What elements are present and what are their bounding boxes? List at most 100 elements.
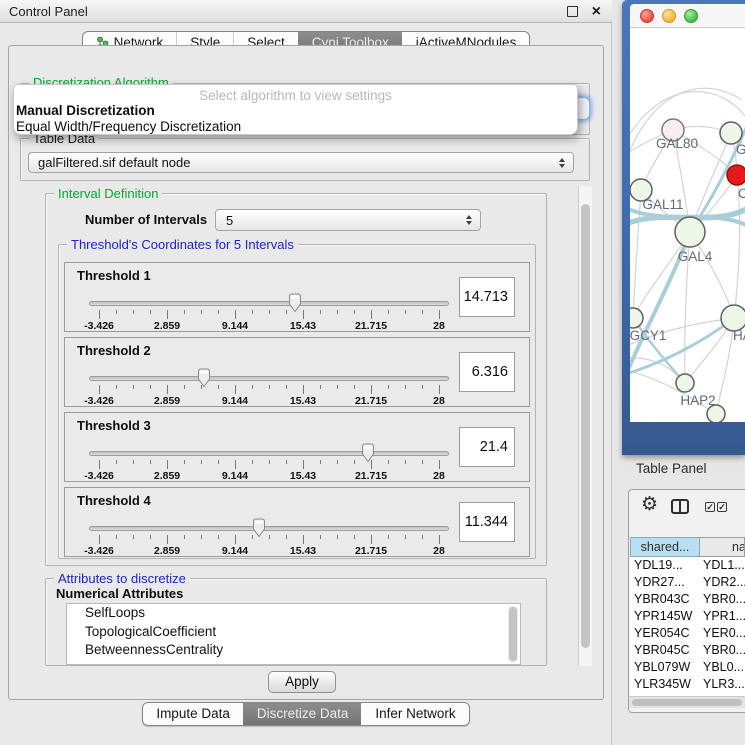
slider-tick-label: 28 xyxy=(407,545,471,557)
threshold-value-field[interactable]: 14.713 xyxy=(459,277,515,317)
slider-thumb[interactable] xyxy=(196,368,212,388)
columns-icon[interactable] xyxy=(671,499,689,514)
table-column-header[interactable]: shared... xyxy=(630,537,700,557)
slider-tick xyxy=(269,310,270,314)
network-node-label: GAL80 xyxy=(656,136,698,151)
checkbox-icon[interactable]: ✓ xyxy=(705,502,715,512)
network-graph[interactable]: GAL80GACGAL11GAL4GCY1HAHAP2 xyxy=(630,28,745,422)
table-row[interactable]: YLR345WYLR3... xyxy=(630,676,745,693)
network-node[interactable] xyxy=(675,217,705,247)
algorithm-option-equal-width-frequency-discretization[interactable]: Equal Width/Frequency Discretization xyxy=(14,119,577,135)
table-row[interactable]: YDR27...YDR2... xyxy=(630,574,745,591)
slider-tick xyxy=(422,460,423,464)
slider-tick xyxy=(439,460,440,469)
apply-button[interactable]: Apply xyxy=(268,671,336,693)
gear-icon[interactable]: ⚙ xyxy=(641,493,658,515)
cell-name: YBR0... xyxy=(703,642,745,659)
list-scrollbar-thumb[interactable] xyxy=(509,607,517,661)
network-node[interactable] xyxy=(676,374,694,392)
hscrollbar-thumb[interactable] xyxy=(632,699,742,706)
slider-tick xyxy=(252,385,253,389)
panel-title: Control Panel xyxy=(9,4,88,19)
numerical-attributes-list[interactable]: SelfLoopsTopologicalCoefficientBetweenne… xyxy=(66,603,521,665)
bottom-tabrow: Impute DataDiscretize DataInfer Network xyxy=(0,702,612,726)
scrollbar-thumb[interactable] xyxy=(581,204,590,648)
close-window-icon[interactable]: × xyxy=(592,1,601,22)
slider-tick-label: 15.43 xyxy=(271,320,335,332)
algorithm-combobox-focus-ring[interactable] xyxy=(576,97,590,120)
slider-tick xyxy=(184,385,185,389)
threshold-value-field[interactable]: 6.316 xyxy=(459,352,515,392)
cell-shared-name: YLR345W xyxy=(634,676,700,693)
table-row[interactable]: YBR045CYBR0... xyxy=(630,642,745,659)
network-canvas[interactable]: GAL80GACGAL11GAL4GCY1HAHAP2 xyxy=(630,28,745,422)
threshold-slider[interactable]: -3.4262.8599.14415.4321.71528 xyxy=(89,443,449,481)
number-of-intervals-label: Number of Intervals xyxy=(85,209,207,231)
slider-tick xyxy=(184,310,185,314)
threshold-slider[interactable]: -3.4262.8599.14415.4321.71528 xyxy=(89,368,449,406)
table-data-combobox[interactable]: galFiltered.sif default node xyxy=(28,152,574,173)
tab-discretize-data[interactable]: Discretize Data xyxy=(243,703,362,725)
cell-name: YBL0... xyxy=(703,659,744,676)
slider-tick-label: 28 xyxy=(407,320,471,332)
settings-vertical-scrollbar[interactable] xyxy=(578,186,592,666)
slider-tick xyxy=(252,460,253,464)
attribute-item-selfloops[interactable]: SelfLoops xyxy=(67,604,520,623)
slider-tick-label: -3.426 xyxy=(67,395,131,407)
slider-tick xyxy=(150,385,151,389)
attribute-item-topologicalcoefficient[interactable]: TopologicalCoefficient xyxy=(67,623,520,642)
minimize-traffic-light-icon[interactable] xyxy=(662,9,676,23)
network-node[interactable] xyxy=(630,308,643,328)
table-row[interactable]: YPR145WYPR1... xyxy=(630,608,745,625)
algorithm-option-manual-discretization[interactable]: Manual Discretization xyxy=(14,103,577,119)
slider-tick xyxy=(371,385,372,394)
table-row[interactable]: YBR043CYBR0... xyxy=(630,591,745,608)
threshold-label: Threshold 4 xyxy=(77,493,151,508)
threshold-slider[interactable]: -3.4262.8599.14415.4321.71528 xyxy=(89,518,449,556)
slider-tick xyxy=(167,310,168,319)
network-node[interactable] xyxy=(727,165,745,185)
network-node-label: HA xyxy=(733,328,745,343)
threshold-slider[interactable]: -3.4262.8599.14415.4321.71528 xyxy=(89,293,449,331)
slider-tick xyxy=(337,460,338,464)
float-window-icon[interactable] xyxy=(567,6,578,17)
slider-tick xyxy=(303,460,304,469)
threshold-row: Threshold 1 -3.4262.8599.14415.4321.71528… xyxy=(64,262,530,332)
network-node-label: GA xyxy=(736,142,745,157)
close-traffic-light-icon[interactable] xyxy=(640,9,654,23)
tab-impute-data[interactable]: Impute Data xyxy=(143,703,243,725)
cell-shared-name: YDR27... xyxy=(634,574,700,591)
list-vertical-scrollbar[interactable] xyxy=(508,606,518,663)
table-column-header[interactable]: na... xyxy=(700,537,745,557)
table-row[interactable]: YER054CYER0... xyxy=(630,625,745,642)
slider-tick-label: 2.859 xyxy=(135,395,199,407)
attribute-item-betweennesscentrality[interactable]: BetweennessCentrality xyxy=(67,641,520,660)
slider-thumb[interactable] xyxy=(360,443,376,463)
threshold-value-field[interactable]: 21.4 xyxy=(459,427,515,467)
slider-thumb[interactable] xyxy=(287,293,303,313)
table-horizontal-scrollbar[interactable] xyxy=(629,696,745,708)
slider-tick xyxy=(320,310,321,314)
slider-tick xyxy=(235,535,236,544)
slider-tick xyxy=(320,535,321,539)
slider-tick-label: 9.144 xyxy=(203,545,267,557)
slider-track xyxy=(89,451,449,456)
cell-shared-name: YBL079W xyxy=(634,659,700,676)
tab-infer-network[interactable]: Infer Network xyxy=(361,703,468,725)
cell-name: YDR2... xyxy=(703,574,745,591)
table-row[interactable]: YDL19...YDL1... xyxy=(630,557,745,574)
slider-tick xyxy=(150,310,151,314)
threshold-label: Threshold 1 xyxy=(77,268,151,283)
network-node[interactable] xyxy=(720,122,742,144)
threshold-row: Threshold 2-3.4262.8599.14415.4321.71528… xyxy=(64,337,530,407)
checkbox-icon[interactable]: ✓ xyxy=(717,502,727,512)
cell-shared-name: YDL19... xyxy=(634,557,700,574)
slider-tick xyxy=(337,385,338,389)
table-row[interactable]: YBL079WYBL0... xyxy=(630,659,745,676)
slider-tick xyxy=(116,385,117,389)
threshold-value-field[interactable]: 11.344 xyxy=(459,502,515,542)
number-of-intervals-spinner[interactable]: 5 xyxy=(215,209,481,231)
zoom-traffic-light-icon[interactable] xyxy=(684,9,698,23)
cell-shared-name: YER054C xyxy=(634,625,700,642)
slider-thumb[interactable] xyxy=(251,518,267,538)
